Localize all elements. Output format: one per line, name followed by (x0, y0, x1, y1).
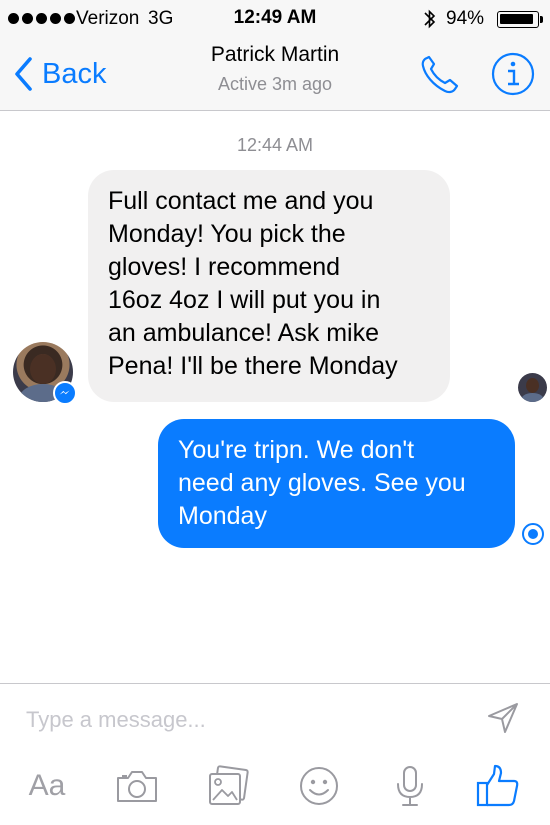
bluetooth-icon (424, 9, 436, 29)
contact-status: Active 3m ago (217, 74, 333, 94)
status-bar: Verizon 3G 12:49 AM 94% (0, 0, 550, 40)
thumbs-up-icon[interactable] (474, 763, 522, 809)
avatar-shirt (521, 393, 544, 402)
message-line: Monday! You pick the (108, 220, 346, 248)
message-line: 16oz 4oz I will put you in (108, 286, 381, 314)
seen-by-avatar (518, 373, 547, 402)
message-input[interactable] (26, 700, 466, 740)
microphone-icon[interactable] (390, 763, 430, 809)
incoming-message-bubble[interactable]: Full contact me and you Monday! You pick… (88, 170, 450, 402)
info-icon[interactable] (490, 51, 536, 97)
avatar-face (30, 354, 56, 384)
conversation-header: Back Patrick Martin Active 3m ago (0, 40, 550, 111)
battery-level (500, 14, 533, 24)
message-line: Monday (178, 502, 267, 530)
contact-name[interactable]: Patrick Martin (0, 43, 550, 67)
composer-divider (0, 683, 550, 684)
camera-icon[interactable] (113, 763, 161, 809)
message-line: Full contact me and you (108, 187, 374, 215)
messenger-badge-icon (53, 381, 77, 405)
sent-status-icon (522, 523, 544, 545)
gallery-icon[interactable] (203, 763, 253, 809)
text-format-button[interactable]: Aa (22, 763, 72, 809)
sticker-icon[interactable] (296, 763, 342, 809)
battery-percent: 94% (446, 8, 485, 29)
outgoing-message-bubble[interactable]: You're tripn. We don't need any gloves. … (158, 419, 515, 548)
battery-tip (540, 16, 543, 23)
phone-icon[interactable] (418, 53, 462, 97)
avatar-face (526, 378, 539, 393)
send-icon[interactable] (485, 700, 521, 736)
battery-icon (497, 11, 539, 28)
message-timestamp: 12:44 AM (236, 135, 314, 155)
message-line: You're tripn. We don't (178, 436, 415, 464)
message-line: an ambulance! Ask mike (108, 319, 379, 347)
message-line: Pena! I'll be there Monday (108, 352, 398, 380)
message-line: need any gloves. See you (178, 469, 466, 497)
message-line: gloves! I recommend (108, 253, 341, 281)
